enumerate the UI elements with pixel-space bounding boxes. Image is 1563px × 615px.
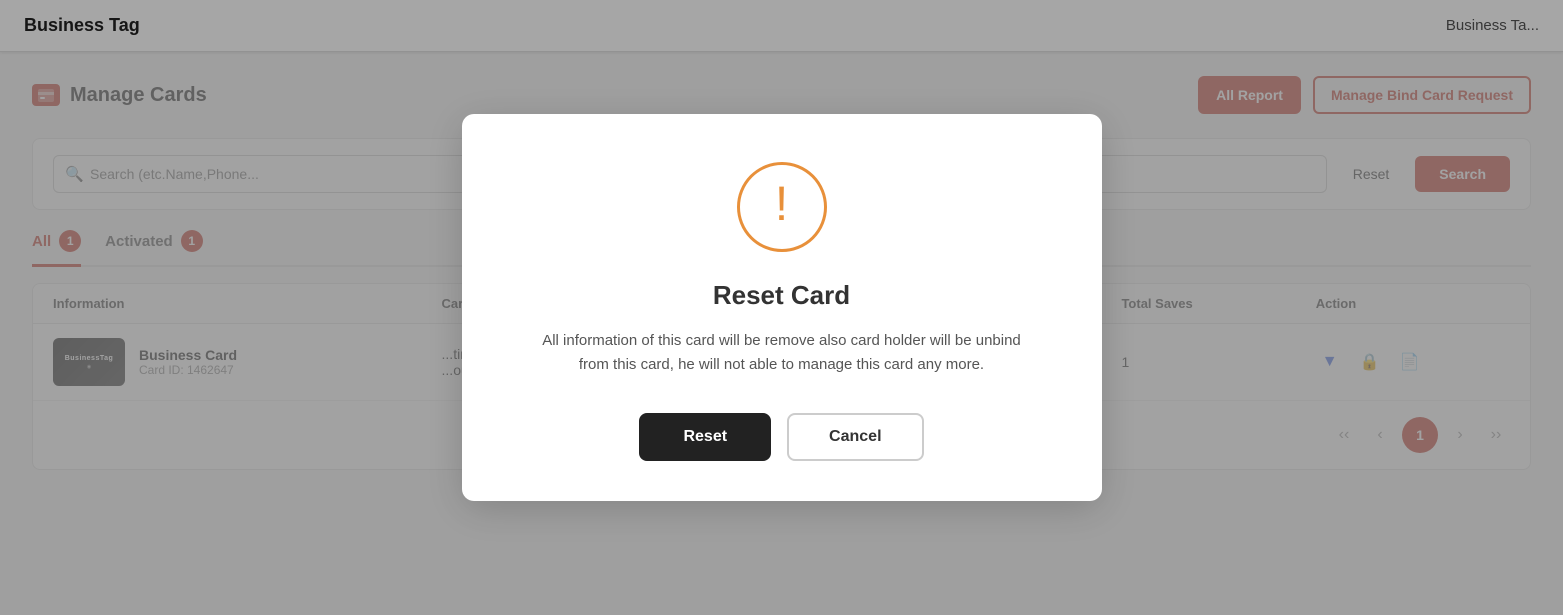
- reset-card-modal: ! Reset Card All information of this car…: [462, 114, 1102, 501]
- modal-title: Reset Card: [713, 280, 850, 311]
- modal-warning-icon-wrap: !: [737, 162, 827, 252]
- modal-reset-button[interactable]: Reset: [639, 413, 771, 461]
- exclamation-icon: !: [775, 181, 788, 229]
- modal-description: All information of this card will be rem…: [542, 329, 1022, 377]
- modal-actions: Reset Cancel: [639, 413, 923, 461]
- modal-cancel-button[interactable]: Cancel: [787, 413, 923, 461]
- modal-overlay: ! Reset Card All information of this car…: [0, 0, 1563, 615]
